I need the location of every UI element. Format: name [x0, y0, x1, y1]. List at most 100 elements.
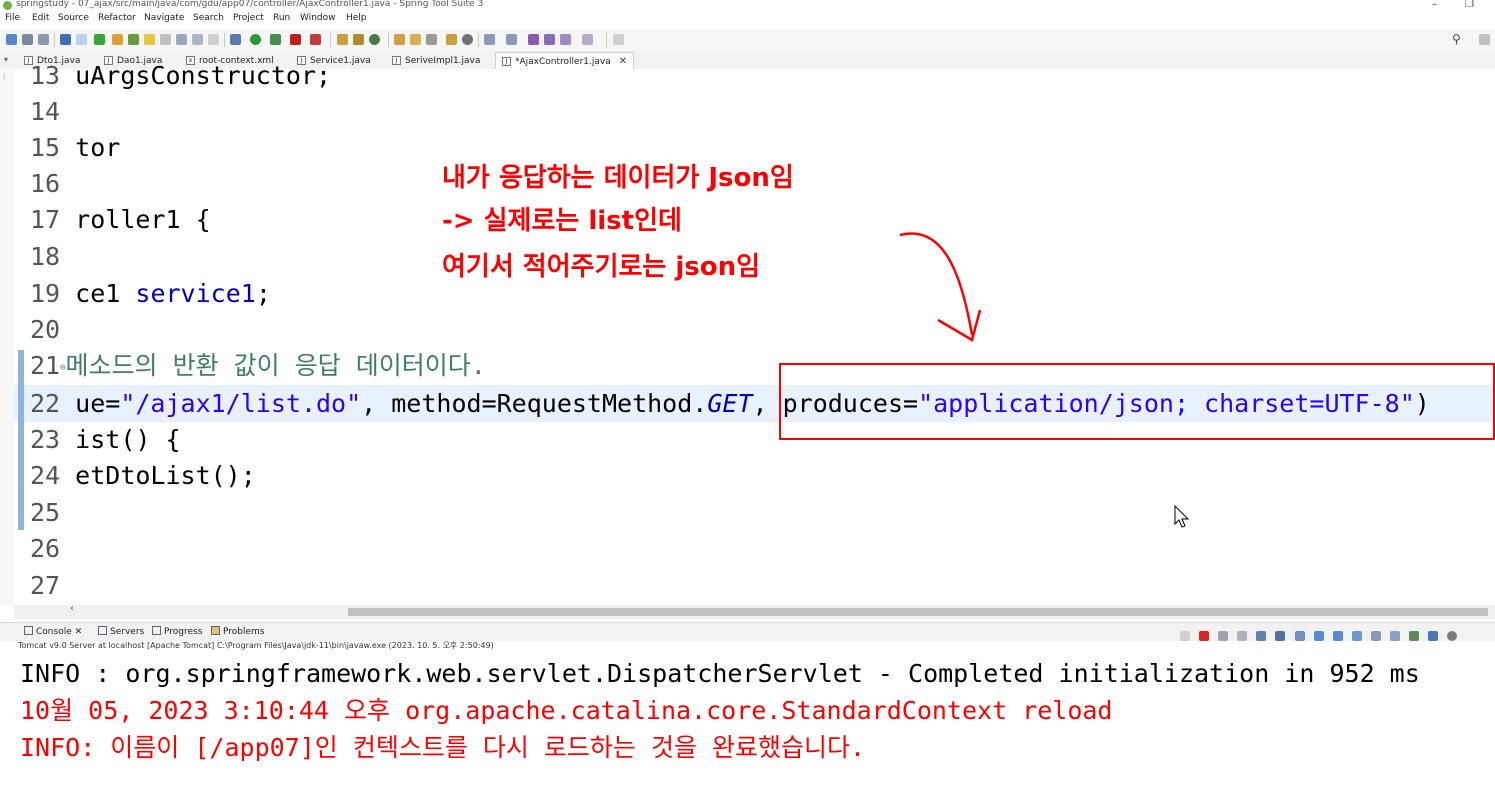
server-icon[interactable] — [310, 34, 321, 45]
close-tab-icon[interactable]: ✕ — [619, 56, 627, 67]
forward-icon[interactable] — [582, 34, 593, 45]
open-task-icon[interactable] — [446, 34, 457, 45]
editor-horizontal-scrollbar[interactable]: ‹ — [14, 603, 1495, 619]
code-line-23: 23 ist() { — [30, 425, 181, 454]
restore-button[interactable]: ❐ — [1465, 0, 1474, 10]
word-wrap-icon[interactable] — [1294, 631, 1305, 641]
maximize-console-icon[interactable] — [1428, 631, 1439, 641]
next-annotation-icon[interactable] — [484, 34, 495, 45]
settings-gear-icon[interactable] — [1447, 631, 1458, 641]
open-folder-icon[interactable] — [394, 34, 405, 45]
minimize-console-icon[interactable] — [1409, 631, 1420, 641]
minimize-view-icon[interactable]: ▾ — [4, 55, 8, 64]
menu-refactor[interactable]: Refactor — [98, 13, 136, 23]
annotation-line-1: 내가 응답하는 데이터가 Json임 — [442, 163, 794, 193]
globe-icon[interactable] — [462, 34, 473, 45]
terminate-icon[interactable] — [1199, 631, 1210, 641]
scroll-left-icon[interactable]: ‹ — [70, 603, 74, 614]
refresh-icon[interactable] — [112, 34, 123, 45]
task-icon[interactable] — [144, 34, 155, 45]
toolbar-separator — [330, 33, 331, 47]
tab-ajaxcontroller1[interactable]: J *AjaxController1.java ✕ — [495, 52, 635, 70]
tab-seriveimpl1[interactable]: J SeriveImpl1.java — [392, 53, 480, 68]
tab-problems[interactable]: Problems — [211, 626, 264, 637]
debug-run-icon[interactable] — [230, 34, 241, 45]
show-stderr-icon[interactable] — [1332, 631, 1343, 641]
code-line-24: 24 etDtoList(); — [30, 461, 256, 490]
tab-servers[interactable]: Servers — [98, 626, 144, 637]
external-tools-icon[interactable] — [290, 34, 301, 45]
link-icon[interactable] — [160, 34, 171, 45]
problems-icon — [211, 626, 220, 635]
menu-edit[interactable]: Edit — [32, 13, 49, 23]
tab-console[interactable]: Console ✕ — [24, 626, 82, 637]
console-icon — [24, 626, 33, 635]
perspective-icon[interactable] — [1479, 34, 1490, 45]
save-icon[interactable] — [22, 34, 33, 45]
menu-file[interactable]: File — [5, 13, 20, 23]
console-toolbar — [1180, 626, 1461, 645]
open-file-icon[interactable] — [410, 34, 421, 45]
open-type-icon[interactable] — [128, 34, 139, 45]
remove-launch-icon[interactable] — [1218, 631, 1229, 641]
title-bar: springstudy - 07_ajax/src/main/java/com/… — [0, 0, 1495, 12]
open-console-icon[interactable] — [1390, 631, 1401, 641]
save-all-icon[interactable] — [38, 34, 49, 45]
remove-all-icon[interactable] — [1237, 631, 1248, 641]
annotation-line-2: -> 실제로는 list인데 — [442, 206, 682, 236]
pen-icon[interactable] — [426, 34, 437, 45]
toggle-mark-icon[interactable] — [76, 34, 87, 45]
terminal-icon[interactable] — [60, 34, 71, 45]
outline-marker-icon: ⁝ — [3, 73, 6, 82]
back-icon[interactable] — [560, 34, 571, 45]
toolbar-separator — [388, 33, 389, 47]
minimize-button[interactable]: – — [1432, 0, 1437, 10]
disconnect-icon[interactable] — [1180, 631, 1190, 641]
show-stdout-icon[interactable] — [1313, 631, 1324, 641]
new-java-project-icon[interactable] — [337, 34, 348, 45]
new-icon[interactable] — [6, 34, 17, 45]
change-marker-bar — [18, 350, 24, 530]
display-console-icon[interactable] — [1370, 631, 1381, 641]
toolbar-separator — [478, 33, 479, 47]
pin-console-icon[interactable] — [1351, 631, 1362, 641]
whitespace-icon[interactable] — [208, 34, 219, 45]
history-icon[interactable] — [544, 34, 555, 45]
toolbar-separator — [54, 33, 55, 47]
new-class-icon[interactable] — [369, 34, 380, 45]
coverage-icon[interactable] — [270, 34, 281, 45]
menu-source[interactable]: Source — [58, 13, 89, 23]
code-editor[interactable] — [0, 69, 1495, 605]
spring-logo-icon — [3, 1, 12, 10]
scroll-lock-icon[interactable] — [1275, 631, 1286, 641]
code-line-19: 19 ce1 service1; — [30, 279, 271, 308]
menu-window[interactable]: Window — [300, 13, 336, 23]
progress-icon — [152, 626, 161, 635]
console-line-3: INFO: 이름이 [/app07]인 컨텍스트를 다시 로드하는 것을 완료했… — [20, 733, 866, 762]
menu-help[interactable]: Help — [346, 13, 367, 23]
java-file-icon: J — [392, 56, 401, 65]
annotation-highlight-box — [779, 363, 1495, 440]
scrollbar-thumb[interactable] — [348, 608, 1488, 616]
clear-console-icon[interactable] — [1256, 631, 1267, 641]
pin-editor-icon[interactable] — [613, 34, 624, 45]
prev-annotation-icon[interactable] — [506, 34, 517, 45]
annotation-line-3: 여기서 적어주기로는 json임 — [442, 252, 761, 282]
menu-navigate[interactable]: Navigate — [144, 13, 184, 23]
debug-icon[interactable] — [94, 34, 105, 45]
new-package-icon[interactable] — [353, 34, 364, 45]
menu-search[interactable]: Search — [193, 13, 224, 23]
run-icon[interactable] — [250, 34, 261, 45]
annotation-icon[interactable] — [176, 34, 187, 45]
code-line-25: 25 — [30, 498, 61, 527]
block-select-icon[interactable] — [192, 34, 203, 45]
code-line-21: 21⊖메소드의 반환 값이 응답 데이터이다. — [30, 351, 486, 380]
menu-project[interactable]: Project — [233, 13, 264, 23]
menu-run[interactable]: Run — [273, 13, 290, 23]
annotation-arrow-icon — [899, 232, 982, 342]
search-icon[interactable]: ⚲ — [1452, 32, 1461, 46]
tab-progress[interactable]: Progress — [152, 626, 202, 637]
close-tab-icon[interactable]: ✕ — [75, 627, 83, 637]
last-edit-icon[interactable] — [528, 34, 539, 45]
toolbar: ⚲ — [0, 29, 1495, 51]
